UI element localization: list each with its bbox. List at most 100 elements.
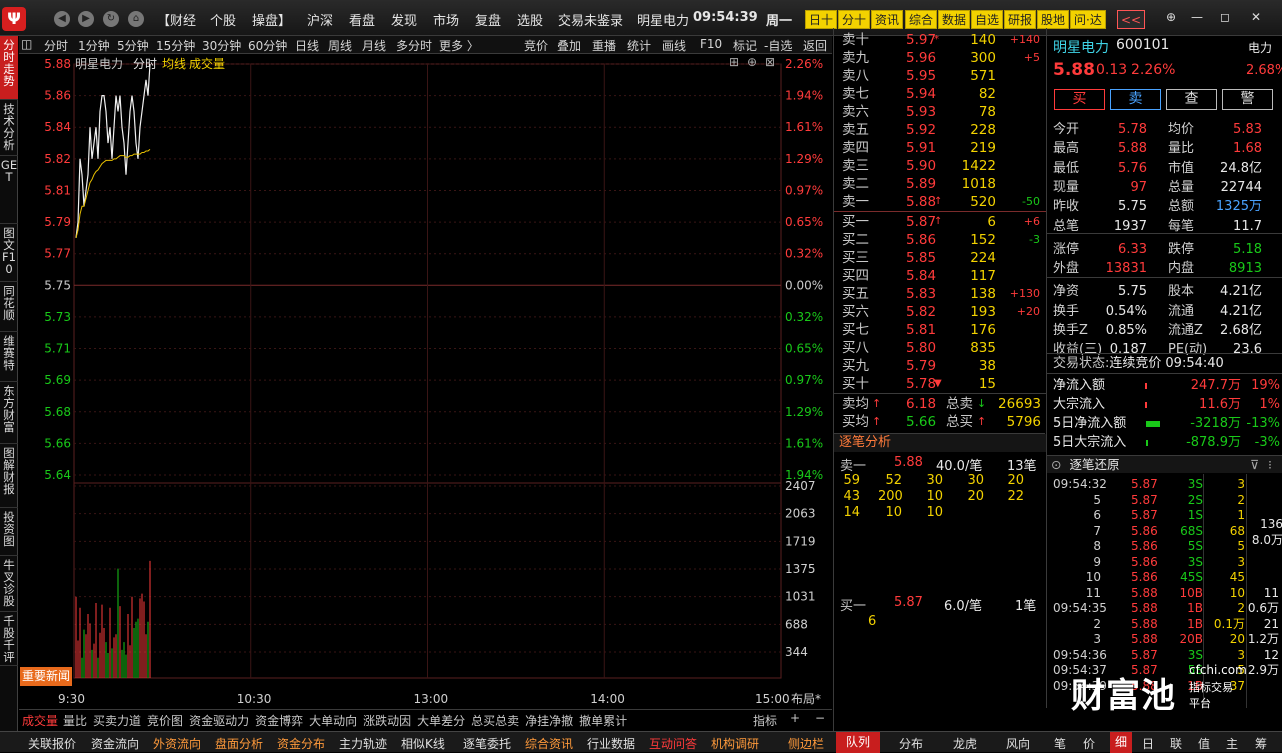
orderbook-asks-row[interactable]: 卖九 5.96 300 +5: [834, 49, 1046, 67]
side-tab-eastmoney[interactable]: 东方财富: [0, 382, 18, 444]
orderbook-bids-row[interactable]: 买八 5.80 835: [834, 339, 1046, 357]
orderbook-bids-row[interactable]: 买九 5.79 38: [834, 357, 1046, 375]
footer-tab-9[interactable]: 行业数据: [587, 735, 635, 752]
orderbook-bids-row[interactable]: 买五 5.83 138 +130: [834, 285, 1046, 303]
settings-icon[interactable]: ⁝: [1268, 456, 1272, 474]
orderbook-bids-row[interactable]: 买四 5.84 117: [834, 267, 1046, 285]
back-icon[interactable]: ◀: [54, 11, 70, 27]
indicator-tab-volume[interactable]: 成交量: [22, 714, 58, 728]
period-intraday[interactable]: 分时: [44, 37, 68, 54]
orderbook-asks-row[interactable]: 卖二 5.89 1018: [834, 175, 1046, 193]
tool-overlay[interactable]: 叠加: [557, 37, 581, 54]
indicator-tab-netorder[interactable]: 净挂净撤: [525, 714, 573, 728]
indicator-tab-capital-drive[interactable]: 资金驱动力: [189, 714, 249, 728]
indicator-tab-force[interactable]: 买卖力道: [93, 714, 141, 728]
indicator-tab-cancel[interactable]: 撤单累计: [579, 714, 627, 728]
tool-auction[interactable]: 竞价: [524, 37, 548, 54]
period-60min[interactable]: 60分钟: [248, 37, 287, 54]
indicator-tab-bigorder[interactable]: 大单动向: [309, 714, 357, 728]
footer-tab-12[interactable]: 侧边栏: [788, 735, 824, 752]
orderbook-asks-row[interactable]: 卖五 5.92 228: [834, 121, 1046, 139]
collapse-button[interactable]: <<: [1117, 10, 1146, 29]
footer-tab-21[interactable]: 联: [1170, 735, 1182, 752]
orderbook-bids-row[interactable]: 买三 5.85 224: [834, 249, 1046, 267]
side-tab-f10[interactable]: 图文F10: [0, 224, 18, 282]
orderbook-bids-row[interactable]: 买七 5.81 176: [834, 321, 1046, 339]
user-icon[interactable]: ⊕: [1158, 8, 1184, 26]
side-tab-intraday[interactable]: 分时走势: [0, 36, 18, 100]
maximize-icon[interactable]: ◻: [1212, 8, 1238, 26]
orderbook-asks-row[interactable]: 卖八 5.95 571: [834, 67, 1046, 85]
close-icon[interactable]: ✕: [1243, 8, 1269, 26]
tool-replay[interactable]: 重播: [592, 37, 616, 54]
indicator-tab-auction[interactable]: 竞价图: [147, 714, 183, 728]
indicator-tab-updown[interactable]: 涨跌动因: [363, 714, 411, 728]
footer-tab-16[interactable]: 风向: [1006, 735, 1030, 752]
footer-tab-5[interactable]: 主力轨迹: [339, 735, 387, 752]
footer-tab-11[interactable]: 机构调研: [711, 735, 759, 752]
orderbook-asks-row[interactable]: 卖十 5.97 * 140 +140: [834, 31, 1046, 49]
side-tab-reports[interactable]: 图解财报: [0, 444, 18, 508]
tab-watchlist[interactable]: 自选: [971, 10, 1004, 29]
side-tab-review[interactable]: 千股千评: [0, 612, 18, 666]
tab-research[interactable]: 研报: [1004, 10, 1037, 29]
zoom-in-button[interactable]: +: [790, 711, 800, 725]
footer-tab-17[interactable]: 笔: [1054, 735, 1066, 752]
query-button[interactable]: 查: [1166, 89, 1217, 110]
period-monthly[interactable]: 月线: [362, 37, 386, 54]
buy-button[interactable]: 买: [1054, 89, 1105, 110]
menu-review[interactable]: 复盘: [475, 10, 501, 29]
side-tab-invest[interactable]: 投资图: [0, 508, 18, 556]
chart-close-icon[interactable]: ⊠: [765, 55, 775, 69]
footer-tab-19[interactable]: 细: [1110, 732, 1133, 753]
orderbook-asks-row[interactable]: 卖七 5.94 82: [834, 85, 1046, 103]
tab-stockmap[interactable]: 股地: [1037, 10, 1070, 29]
indicator-tab-volratio[interactable]: 量比: [63, 714, 87, 728]
indicator-tab-capital-game[interactable]: 资金博弈: [255, 714, 303, 728]
tool-back[interactable]: 返回: [803, 37, 827, 54]
tab-minute[interactable]: 分十: [838, 10, 871, 29]
period-30min[interactable]: 30分钟: [202, 37, 241, 54]
alert-button[interactable]: 警: [1222, 89, 1273, 110]
menu-operate[interactable]: 操盘】: [252, 10, 291, 29]
side-tab-ths[interactable]: 同花顺: [0, 282, 18, 332]
intraday-chart[interactable]: 5.88 2.26% 5.86 1.94% 5.84 1.61% 5.82 1.29% 5.81…: [19, 54, 832, 709]
side-tab-technical[interactable]: 技术分析: [0, 100, 18, 156]
minimize-icon[interactable]: —: [1184, 8, 1210, 26]
indicator-button[interactable]: 指标: [753, 712, 777, 729]
indicator-tab-bigdiff[interactable]: 大单差分: [417, 714, 465, 728]
orderbook-asks-row[interactable]: 卖四 5.91 219: [834, 139, 1046, 157]
tab-news[interactable]: 资讯: [871, 10, 904, 29]
zoom-out-button[interactable]: −: [815, 711, 825, 725]
toolbar-toggle-icon[interactable]: ◫: [21, 37, 32, 51]
period-daily[interactable]: 日线: [295, 37, 319, 54]
period-5min[interactable]: 5分钟: [117, 37, 149, 54]
tab-ask[interactable]: 问·达: [1070, 10, 1106, 29]
tick-restore-collapse-icon[interactable]: ⊙: [1051, 457, 1061, 472]
tool-draw[interactable]: 画线: [662, 37, 686, 54]
orderbook-bids-row[interactable]: 买二 5.86 152 -3: [834, 231, 1046, 249]
tab-day[interactable]: 日十: [805, 10, 838, 29]
tool-f10[interactable]: F10: [700, 37, 722, 51]
period-weekly[interactable]: 周线: [328, 37, 352, 54]
side-tab-weisaite[interactable]: 维赛特: [0, 332, 18, 382]
footer-tab-24[interactable]: 筹: [1255, 735, 1267, 752]
menu-watch[interactable]: 看盘: [349, 10, 375, 29]
footer-tab-6[interactable]: 相似K线: [401, 735, 445, 752]
period-1min[interactable]: 1分钟: [78, 37, 110, 54]
forward-icon[interactable]: ▶: [78, 11, 94, 27]
tab-composite[interactable]: 综合: [905, 10, 938, 29]
orderbook-asks-row[interactable]: 卖三 5.90 1422: [834, 157, 1046, 175]
footer-tab-8[interactable]: 综合资讯: [525, 735, 573, 752]
refresh-icon[interactable]: ↻: [103, 11, 119, 27]
footer-tab-23[interactable]: 主: [1226, 735, 1238, 752]
orderbook-asks-row[interactable]: 卖一 5.88 ↑ 520 -50: [834, 193, 1046, 211]
menu-select[interactable]: 选股: [517, 10, 543, 29]
app-logo-icon[interactable]: Ψ: [2, 7, 26, 31]
orderbook-bids-row[interactable]: 买六 5.82 193 +20: [834, 303, 1046, 321]
tool-watchlist[interactable]: -自选: [764, 37, 792, 54]
tool-stats[interactable]: 统计: [627, 37, 651, 54]
menu-finance[interactable]: 【财经: [157, 10, 196, 29]
menu-stock[interactable]: 个股: [210, 10, 236, 29]
quote-sector[interactable]: 电力: [1248, 39, 1272, 56]
